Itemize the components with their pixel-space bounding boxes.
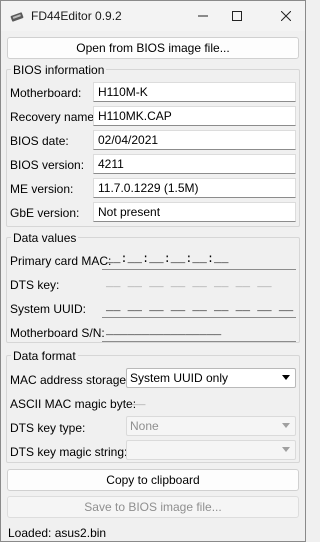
- primary-mac-input[interactable]: __:__:__:__:__:__: [102, 250, 296, 270]
- dts-key-input: __ __ __ __ __ __ __ __: [106, 276, 272, 290]
- mac-storage-value: System UUID only: [130, 371, 229, 385]
- data-format-title: Data format: [11, 349, 78, 363]
- mac-storage-label: MAC address storage:: [10, 373, 130, 387]
- dts-magic-select[interactable]: [126, 440, 296, 460]
- bios-date-label: BIOS date:: [10, 134, 69, 148]
- chevron-down-icon: [282, 423, 290, 428]
- dts-key-type-label: DTS key type:: [10, 421, 86, 435]
- motherboard-label: Motherboard:: [10, 86, 82, 100]
- gbe-version-label: GbE version:: [10, 206, 80, 220]
- close-button[interactable]: [269, 1, 303, 31]
- primary-mac-underline: [102, 269, 296, 270]
- maximize-icon: [232, 11, 242, 21]
- bios-date-field[interactable]: 02/04/2021: [93, 130, 296, 150]
- app-icon: [10, 9, 24, 23]
- gbe-version-field[interactable]: Not present: [93, 202, 296, 222]
- dts-key-type-value: None: [130, 419, 159, 433]
- dts-magic-label: DTS key magic string:: [10, 445, 128, 459]
- copy-clipboard-button[interactable]: Copy to clipboard: [7, 469, 299, 491]
- open-bios-button[interactable]: Open from BIOS image file...: [7, 37, 299, 59]
- system-uuid-input[interactable]: __ __ __ __ __ __ __ __ __ __ __: [102, 298, 296, 318]
- title-bar[interactable]: FD44Editor 0.9.2: [1, 1, 305, 31]
- dts-key-label: DTS key:: [10, 278, 60, 292]
- status-text: Loaded: asus2.bin: [8, 526, 107, 540]
- bios-version-field[interactable]: 4211: [93, 154, 296, 174]
- close-icon: [281, 11, 291, 21]
- motherboard-field[interactable]: H110M-K: [93, 82, 296, 102]
- recovery-name-field[interactable]: H110MK.CAP: [93, 106, 296, 126]
- me-version-field[interactable]: 11.7.0.1229 (1.5M): [93, 178, 296, 198]
- app-window: FD44Editor 0.9.2 Open from BIOS image fi…: [0, 0, 306, 542]
- minimize-icon: [198, 15, 208, 17]
- me-version-label: ME version:: [10, 182, 74, 196]
- recovery-name-label: Recovery name:: [10, 110, 98, 124]
- bios-info-title: BIOS information: [11, 63, 107, 77]
- save-bios-button[interactable]: Save to BIOS image file...: [7, 496, 299, 518]
- ascii-magic-input: __: [131, 394, 146, 408]
- mb-sn-underline: [102, 341, 296, 342]
- dts-key-type-select[interactable]: None: [126, 416, 296, 436]
- ascii-magic-label: ASCII MAC magic byte:: [10, 397, 137, 411]
- system-uuid-underline: [102, 317, 296, 318]
- primary-mac-label: Primary card MAC:: [10, 254, 112, 268]
- maximize-button[interactable]: [220, 1, 254, 31]
- chevron-down-icon: [282, 447, 290, 452]
- mb-sn-input[interactable]: ________________: [102, 322, 296, 342]
- minimize-button[interactable]: [186, 1, 220, 31]
- bios-version-label: BIOS version:: [10, 158, 85, 172]
- data-values-title: Data values: [11, 231, 79, 245]
- window-title: FD44Editor 0.9.2: [31, 9, 122, 23]
- chevron-down-icon: [282, 375, 290, 380]
- system-uuid-label: System UUID:: [10, 302, 87, 316]
- mac-storage-select[interactable]: System UUID only: [126, 368, 296, 388]
- mb-sn-label: Motherboard S/N:: [10, 326, 105, 340]
